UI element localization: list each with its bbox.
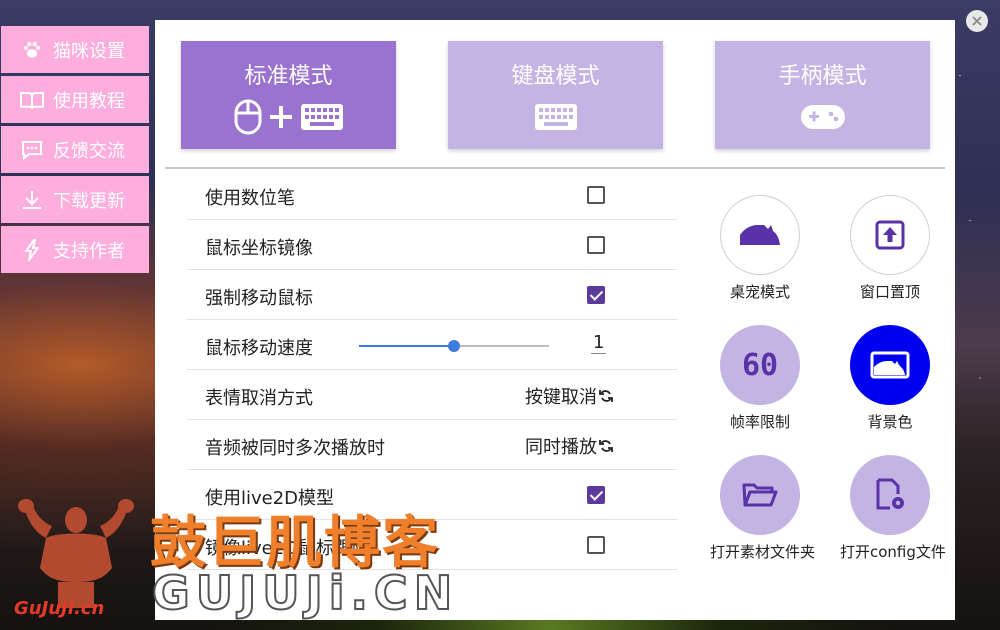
force-move-mouse-checkbox[interactable] [587,286,605,304]
close-icon [972,16,982,26]
setting-label: 音频被同时多次播放时 [205,438,385,459]
open-config-circle [850,455,930,535]
mouse-mirror-checkbox[interactable] [587,236,605,254]
mouse-speed-value[interactable]: 1 [591,332,607,354]
tool-label: 背景色 [867,413,913,431]
setting-row-expression-cancel: 表情取消方式 按键取消 [187,370,677,420]
tool-label: 打开config文件 [840,543,946,561]
setting-row-mouse-mirror: 鼠标坐标镜像 [187,220,677,270]
sidebar-item-cat-settings[interactable]: 猫咪设置 [1,26,149,73]
gamepad-icon [800,100,846,134]
keyboard-icon [534,100,578,134]
mode-selector: 标准模式 键盘模式 手柄模式 [181,41,931,149]
sidebar-item-label: 支持作者 [53,240,125,262]
setting-row-mirror-live2d: 镜像live2D鼠标跟随 [187,520,677,570]
sidebar-item-tutorial[interactable]: 使用教程 [1,76,149,123]
paw-icon [19,40,45,60]
setting-label: 鼠标坐标镜像 [205,238,313,259]
window-top-button[interactable]: 窗口置顶 [840,195,940,302]
mode-title: 标准模式 [244,64,333,89]
lightning-icon [19,238,45,261]
sidebar-item-label: 反馈交流 [53,140,125,162]
sidebar: 猫咪设置 使用教程 反馈交流 下载更新 支持作者 [1,26,149,276]
mode-title: 键盘模式 [511,64,600,89]
use-live2d-checkbox[interactable] [587,486,605,504]
mirror-live2d-checkbox[interactable] [587,536,605,554]
watermark-small-text: GuJuJi.cn [14,598,105,619]
main-panel: 标准模式 键盘模式 手柄模式 使用数位笔 鼠标坐标镜像 强制移动鼠标 鼠标移动速… [155,20,955,620]
cycle-icon [599,440,613,452]
background-color-circle [850,325,930,405]
folder-open-icon [742,483,778,507]
open-config-file-button[interactable]: 打开config文件 [840,455,946,562]
fps-limit-circle: 60 [720,325,800,405]
tool-label: 帧率限制 [729,413,790,431]
option-value: 同时播放 [525,437,597,458]
background-color-button[interactable]: 背景色 [840,325,940,432]
sidebar-item-support-author[interactable]: 支持作者 [1,226,149,273]
fps-value-icon: 60 [741,347,779,383]
tool-label: 窗口置顶 [859,283,920,301]
mode-title: 手柄模式 [778,64,867,89]
audio-multi-toggle[interactable]: 同时播放 [525,433,613,459]
mode-standard-button[interactable]: 标准模式 [181,41,396,149]
close-button[interactable] [966,10,988,32]
tool-label: 打开素材文件夹 [710,543,816,561]
open-assets-circle [720,455,800,535]
cycle-icon [599,390,613,402]
pet-mode-button[interactable]: 桌宠模式 [710,195,810,302]
digital-pen-checkbox[interactable] [587,186,605,204]
expression-cancel-toggle[interactable]: 按键取消 [525,383,613,409]
setting-row-force-move-mouse: 强制移动鼠标 [187,270,677,320]
sidebar-item-feedback[interactable]: 反馈交流 [1,126,149,173]
book-icon [19,90,45,110]
setting-row-use-live2d: 使用live2D模型 [187,470,677,520]
setting-row-digital-pen: 使用数位笔 [187,170,677,220]
open-assets-folder-button[interactable]: 打开素材文件夹 [710,455,816,562]
setting-label: 镜像live2D鼠标跟随 [205,538,371,559]
sidebar-item-label: 猫咪设置 [53,40,125,62]
file-settings-icon [876,478,904,510]
pin-to-top-icon [875,220,905,250]
setting-label: 使用live2D模型 [205,488,335,509]
fps-limit-button[interactable]: 60 帧率限制 [710,325,810,432]
divider [165,167,945,169]
mode-gamepad-button[interactable]: 手柄模式 [715,41,930,149]
setting-row-audio-multi: 音频被同时多次播放时 同时播放 [187,420,677,470]
setting-label: 使用数位笔 [205,188,295,209]
mouse-plus-keyboard-icon [234,99,344,135]
sidebar-item-label: 使用教程 [53,90,125,112]
slider-handle[interactable] [448,340,460,352]
tool-label: 桌宠模式 [729,283,790,301]
chat-icon [19,140,45,160]
setting-label: 表情取消方式 [205,388,313,409]
cat-silhouette-icon [740,225,780,245]
settings-list: 使用数位笔 鼠标坐标镜像 强制移动鼠标 鼠标移动速度 1 表情取消方式 按键取消 [187,170,677,570]
mouse-speed-slider[interactable] [359,340,549,352]
watermark-muscle-figure-icon [18,499,134,608]
sidebar-item-download-update[interactable]: 下载更新 [1,176,149,223]
setting-label: 强制移动鼠标 [205,288,313,309]
slider-fill [359,345,454,347]
download-icon [19,190,45,210]
setting-row-mouse-speed: 鼠标移动速度 1 [187,320,677,370]
sidebar-item-label: 下载更新 [53,190,125,212]
pet-mode-circle [720,195,800,275]
setting-label: 鼠标移动速度 [205,338,313,359]
image-icon [870,351,910,379]
option-value: 按键取消 [525,387,597,408]
window-top-circle [850,195,930,275]
mode-keyboard-button[interactable]: 键盘模式 [448,41,663,149]
